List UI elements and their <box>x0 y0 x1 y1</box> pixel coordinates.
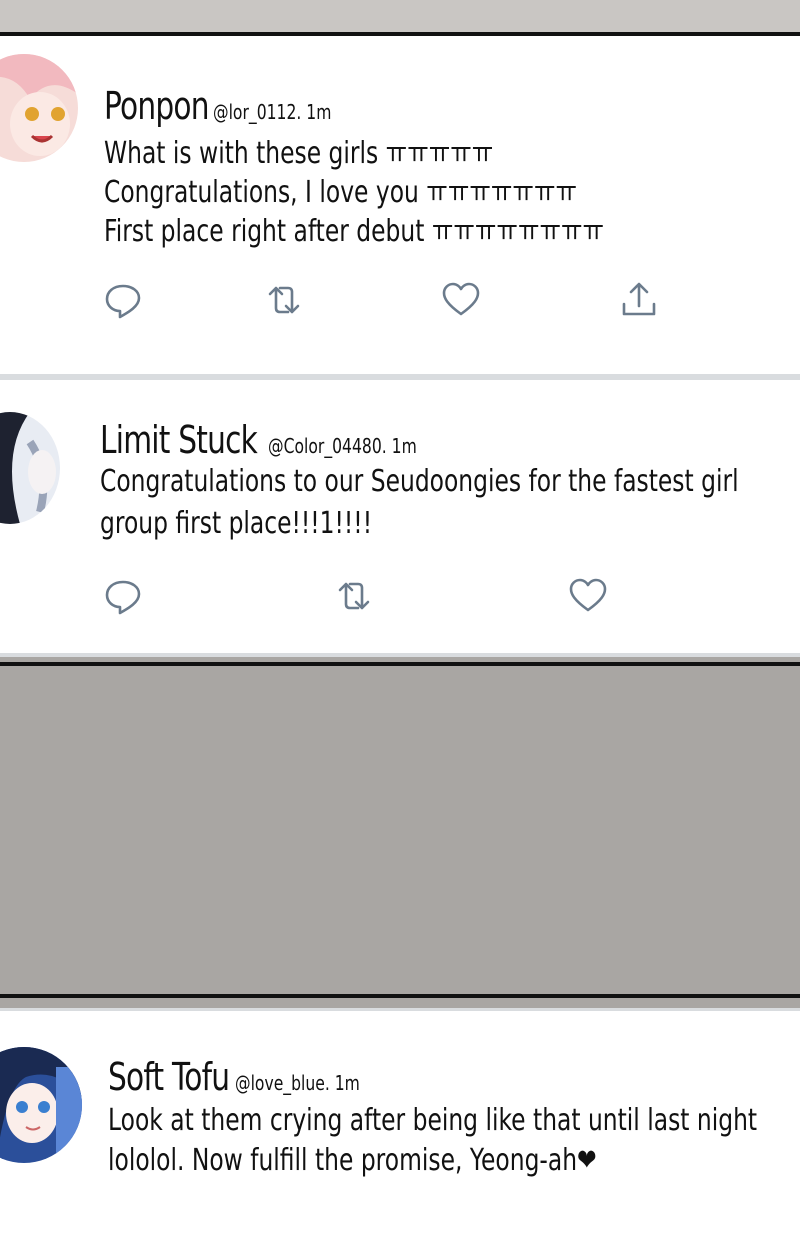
panel-divider <box>0 662 800 666</box>
avatar[interactable] <box>0 54 78 162</box>
avatar[interactable] <box>0 412 60 524</box>
avatar[interactable] <box>0 1047 82 1163</box>
post-text-line: What is with these girls ㅠㅠㅠㅠㅠ <box>104 136 494 171</box>
user-handle[interactable]: @lor_0112. 1m <box>213 100 331 124</box>
panel-divider <box>0 994 800 998</box>
post-text-line: group first place!!!1!!!! <box>100 506 373 541</box>
post-card-soft-tofu: Soft Tofu @love_blue. 1m Look at them cr… <box>0 1008 800 1250</box>
user-handle[interactable]: @love_blue. 1m <box>235 1071 360 1095</box>
post-text-line: Congratulations to our Seudoongies for t… <box>100 464 739 499</box>
post-card-limit-stuck: Limit Stuck @Color_04480. 1m Congratulat… <box>0 377 800 657</box>
top-strip <box>0 0 800 32</box>
reply-icon[interactable] <box>103 280 143 320</box>
like-icon[interactable] <box>568 576 608 616</box>
post-text-line: Congratulations, I love you ㅠㅠㅠㅠㅠㅠㅠ <box>104 175 578 210</box>
retweet-icon[interactable] <box>334 576 374 616</box>
display-name[interactable]: Soft Tofu <box>108 1055 230 1099</box>
reply-icon[interactable] <box>103 576 143 616</box>
post-text-line: First place right after debut ㅠㅠㅠㅠㅠㅠㅠㅠ <box>104 214 605 249</box>
display-name[interactable]: Limit Stuck <box>100 418 258 462</box>
like-icon[interactable] <box>441 280 481 320</box>
retweet-icon[interactable] <box>264 280 304 320</box>
display-name[interactable]: Ponpon <box>104 84 210 128</box>
share-icon[interactable] <box>619 280 659 320</box>
post-text-line: Look at them crying after being like tha… <box>108 1103 758 1138</box>
post-text-line: lololol. Now fulfill the promise, Yeong-… <box>108 1143 597 1178</box>
post-card-ponpon: Ponpon @lor_0112. 1m What is with these … <box>0 32 800 378</box>
user-handle[interactable]: @Color_04480. 1m <box>268 434 417 458</box>
